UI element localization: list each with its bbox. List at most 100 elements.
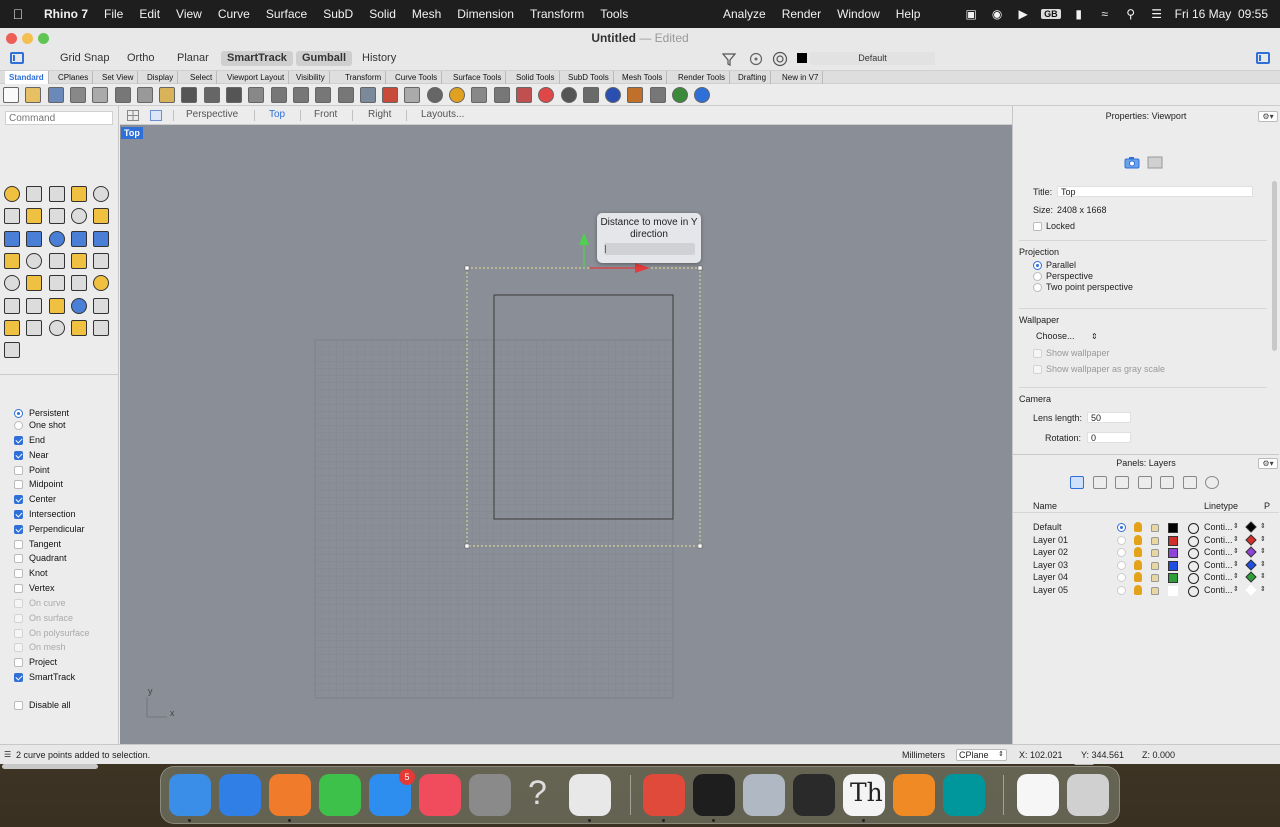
- music-icon[interactable]: [419, 774, 461, 816]
- car-icon[interactable]: [382, 87, 399, 103]
- osnap-check-box[interactable]: [14, 568, 23, 578]
- tab-perspective[interactable]: Perspective: [186, 109, 238, 120]
- locked-checkbox-box[interactable]: [1033, 221, 1042, 231]
- current-layer-radio[interactable]: [1117, 586, 1126, 595]
- surface-edit-icon[interactable]: [4, 252, 20, 269]
- wallpaper-icon[interactable]: [1147, 156, 1163, 169]
- join-icon[interactable]: [4, 275, 20, 292]
- check-icon[interactable]: [70, 319, 87, 336]
- current-layer-radio[interactable]: [1117, 535, 1126, 545]
- toolbar-tab-mesh-tools[interactable]: Mesh Tools: [618, 71, 668, 84]
- toolbar-tab-display[interactable]: Display: [143, 71, 179, 84]
- toolbar-tab-select[interactable]: Select: [186, 71, 218, 84]
- properties-scrollbar[interactable]: [1272, 181, 1277, 351]
- layer-linetype[interactable]: Conti...: [1204, 585, 1233, 595]
- app-menu[interactable]: Rhino 7: [36, 7, 96, 21]
- locked-checkbox[interactable]: Locked: [1033, 221, 1075, 231]
- column-extra[interactable]: P: [1264, 501, 1270, 511]
- osnap-check-box[interactable]: [14, 642, 23, 652]
- extrude-icon[interactable]: [4, 230, 20, 247]
- zoom-icon[interactable]: [248, 87, 265, 103]
- osnap-check-box[interactable]: [14, 628, 23, 638]
- lens-length-input[interactable]: 50: [1087, 412, 1131, 423]
- layer-color-swatch[interactable]: [1168, 560, 1178, 571]
- print-color-diamond[interactable]: [1245, 559, 1257, 571]
- box-icon[interactable]: [48, 230, 65, 247]
- tab-front[interactable]: Front: [314, 109, 337, 120]
- tab-layouts[interactable]: Layouts...: [421, 109, 464, 120]
- cylinder-icon[interactable]: [93, 230, 110, 247]
- rotate-view-icon[interactable]: [749, 52, 763, 66]
- osnap-check-box[interactable]: [14, 450, 23, 460]
- rotate3d-icon[interactable]: [70, 297, 87, 314]
- osnap-check-box[interactable]: [14, 657, 23, 667]
- osnap-knot[interactable]: Knot: [14, 566, 48, 580]
- select-arrow-icon[interactable]: [4, 186, 20, 202]
- toolbar-tab-surface-tools[interactable]: Surface Tools: [449, 71, 507, 84]
- osnap-intersection[interactable]: Intersection: [14, 507, 76, 521]
- osnap-point[interactable]: Point: [14, 463, 50, 477]
- copy-icon[interactable]: [136, 87, 153, 103]
- analyze-icon[interactable]: [93, 319, 110, 336]
- print-color-diamond[interactable]: [1245, 571, 1257, 584]
- layer-linetype[interactable]: Conti...: [1204, 522, 1233, 532]
- light-icon[interactable]: [471, 87, 488, 103]
- documents-icon[interactable]: [1017, 774, 1059, 816]
- toolbar-tab-transform[interactable]: Transform: [341, 71, 387, 84]
- gumball-toggle[interactable]: Gumball: [296, 51, 353, 66]
- menu-curve[interactable]: Curve: [210, 7, 258, 21]
- osnap-check-box[interactable]: [14, 598, 23, 608]
- help-circle-icon[interactable]: [1205, 476, 1219, 489]
- menu-transform[interactable]: Transform: [522, 7, 592, 21]
- cut-icon[interactable]: [114, 87, 131, 103]
- visibility-bulb-icon[interactable]: [1134, 522, 1142, 532]
- wifi-icon[interactable]: ≈: [1097, 7, 1113, 21]
- curve-tool-icon[interactable]: [48, 275, 65, 292]
- layer-linetype[interactable]: Conti...: [1204, 572, 1233, 582]
- zoom-extents-icon[interactable]: [292, 87, 309, 103]
- material-circle-icon[interactable]: [1188, 573, 1199, 585]
- rebuild-icon[interactable]: [70, 275, 87, 292]
- document-icon[interactable]: [1115, 476, 1129, 489]
- osnap-one-shot[interactable]: One shot: [14, 418, 66, 432]
- mesh-icon[interactable]: [26, 252, 43, 269]
- boolean-icon[interactable]: [70, 230, 87, 247]
- osnap-check-box[interactable]: [14, 479, 23, 489]
- current-layer-radio[interactable]: [1117, 523, 1126, 532]
- toolbar-tab-visibility[interactable]: Visibility: [292, 71, 330, 84]
- material-circle-icon[interactable]: [1188, 523, 1199, 534]
- osnap-on-curve[interactable]: On curve: [14, 596, 66, 610]
- search-icon[interactable]: ⚲: [1123, 7, 1139, 21]
- lock-icon[interactable]: [1151, 561, 1159, 570]
- control-center-icon[interactable]: ☰: [1149, 7, 1165, 21]
- system-settings-icon[interactable]: [469, 774, 511, 816]
- layer-linetype[interactable]: Conti...: [1204, 535, 1233, 545]
- menu-view[interactable]: View: [168, 7, 210, 21]
- material-circle-icon[interactable]: [1188, 548, 1199, 560]
- render-icon[interactable]: [582, 87, 599, 103]
- print-icon[interactable]: [69, 87, 86, 103]
- left-panel-scrollbar[interactable]: [2, 764, 98, 769]
- toolbar-tab-solid-tools[interactable]: Solid Tools: [512, 71, 560, 84]
- render-tool-icon[interactable]: [4, 342, 20, 359]
- osnap-check-box[interactable]: [14, 672, 23, 682]
- current-layer-swatch[interactable]: [797, 53, 807, 63]
- open-file-icon[interactable]: [25, 87, 42, 103]
- menu-mesh[interactable]: Mesh: [404, 7, 449, 21]
- visibility-bulb-icon[interactable]: [1134, 572, 1142, 583]
- viewport-title-input[interactable]: Top: [1057, 186, 1253, 197]
- osnap-midpoint[interactable]: Midpoint: [14, 477, 63, 491]
- layer-name[interactable]: Default: [1033, 522, 1062, 532]
- input-source-badge[interactable]: GB: [1041, 9, 1061, 19]
- toolbar-tab-cplanes[interactable]: CPlanes: [54, 71, 94, 84]
- explode-icon[interactable]: [48, 252, 65, 269]
- layers-icon[interactable]: [1070, 476, 1084, 489]
- sun-icon[interactable]: [449, 87, 465, 103]
- tab-top[interactable]: Top: [269, 109, 285, 120]
- sidebar-left-toggle-icon[interactable]: [10, 52, 24, 64]
- circle-target-icon[interactable]: [426, 87, 443, 103]
- single-viewport-icon[interactable]: [150, 110, 162, 121]
- layer-row[interactable]: Layer 02 Conti... ⇕ ⇕: [1033, 546, 1278, 560]
- top-viewport[interactable]: x y Top Distance to move in Y direction: [120, 125, 1012, 744]
- toolbar-tab-curve-tools[interactable]: Curve Tools: [391, 71, 443, 84]
